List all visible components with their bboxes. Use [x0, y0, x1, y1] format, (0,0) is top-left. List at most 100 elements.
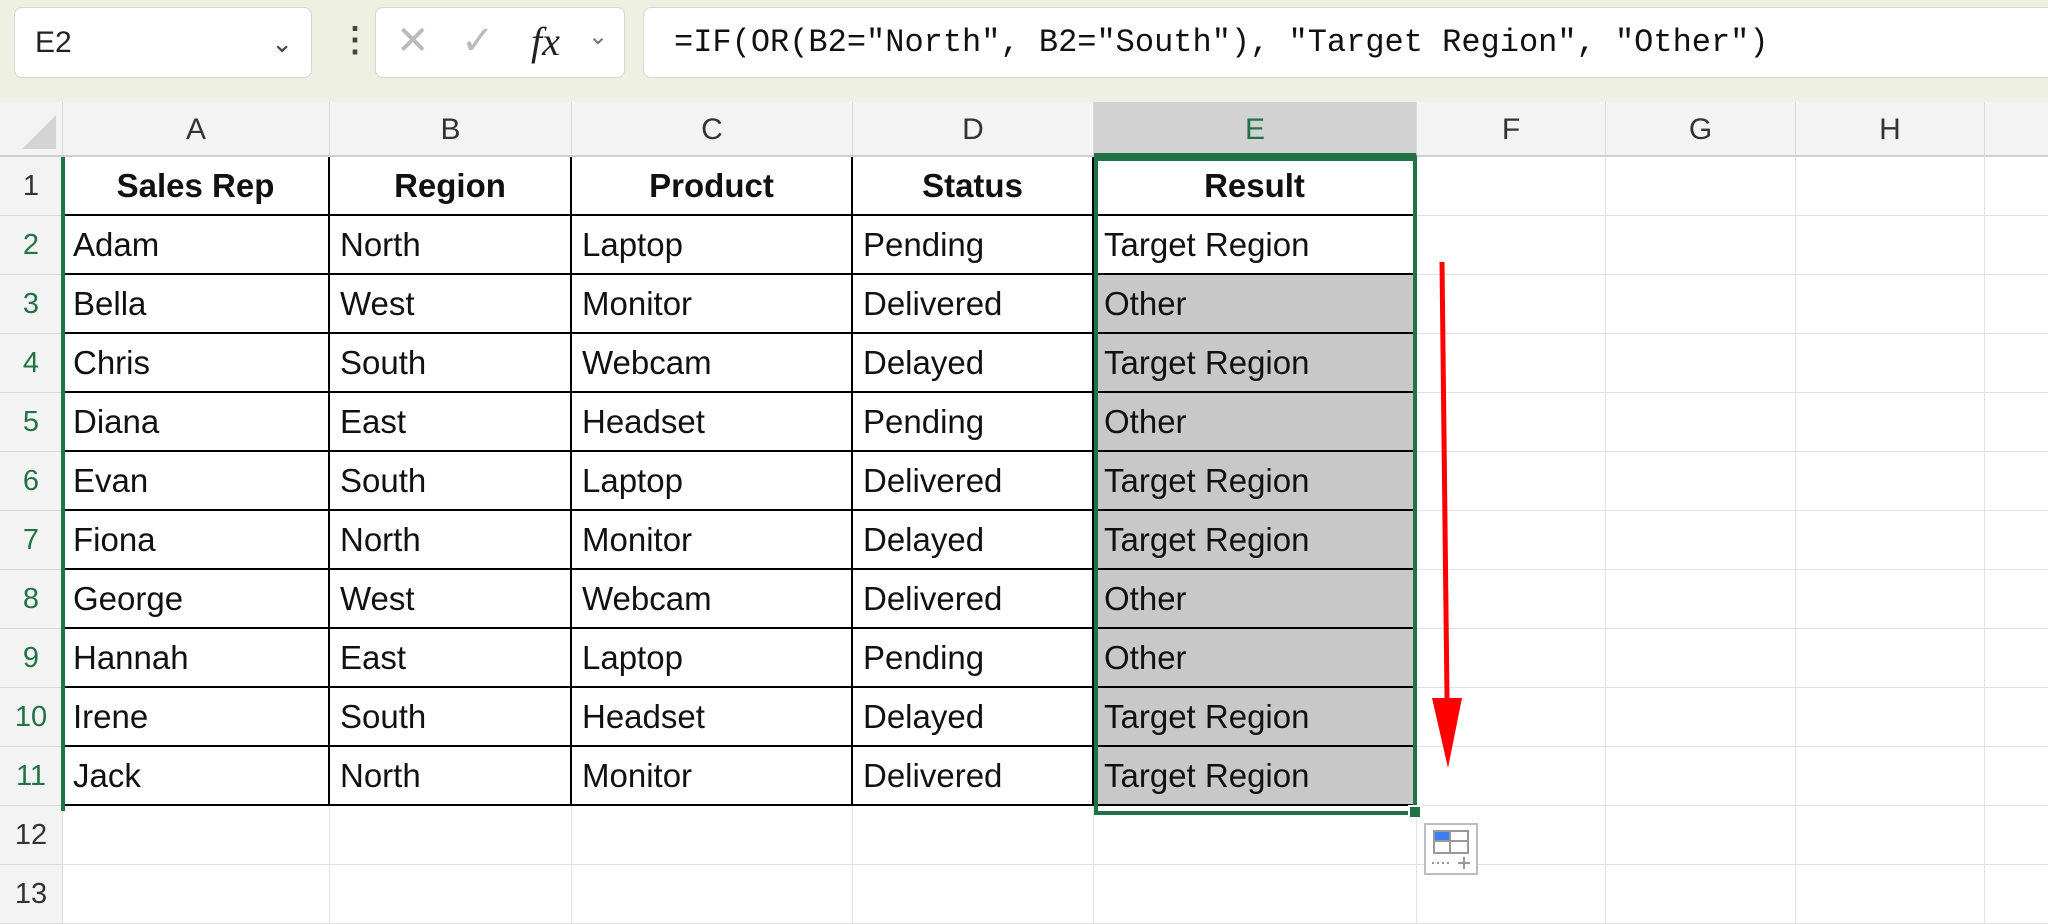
- cell[interactable]: [1606, 275, 1796, 334]
- table-cell[interactable]: Chris: [63, 334, 330, 393]
- header-cell[interactable]: Result: [1094, 157, 1417, 216]
- cell[interactable]: [1985, 688, 2048, 747]
- cell[interactable]: [1796, 688, 1985, 747]
- cell[interactable]: [1417, 157, 1606, 216]
- table-cell[interactable]: Laptop: [572, 452, 853, 511]
- column-header-g[interactable]: G: [1606, 102, 1796, 157]
- table-cell[interactable]: Pending: [853, 216, 1094, 275]
- cell[interactable]: [572, 865, 853, 924]
- table-cell[interactable]: West: [330, 275, 572, 334]
- cell[interactable]: [1606, 570, 1796, 629]
- table-cell[interactable]: Target Region: [1094, 452, 1417, 511]
- cell[interactable]: [1796, 747, 1985, 806]
- header-cell[interactable]: Sales Rep: [63, 157, 330, 216]
- table-cell[interactable]: George: [63, 570, 330, 629]
- row-header-11[interactable]: 11: [0, 747, 63, 806]
- table-cell[interactable]: Hannah: [63, 629, 330, 688]
- table-cell[interactable]: Target Region: [1094, 747, 1417, 806]
- cell[interactable]: [1606, 334, 1796, 393]
- cell[interactable]: [1796, 275, 1985, 334]
- row-header-4[interactable]: 4: [0, 334, 63, 393]
- table-cell[interactable]: Delayed: [853, 688, 1094, 747]
- column-header-b[interactable]: B: [330, 102, 572, 157]
- table-cell[interactable]: Bella: [63, 275, 330, 334]
- table-cell[interactable]: Webcam: [572, 334, 853, 393]
- cell[interactable]: [1985, 511, 2048, 570]
- table-cell[interactable]: Other: [1094, 629, 1417, 688]
- cell[interactable]: [1606, 806, 1796, 865]
- table-cell[interactable]: Other: [1094, 275, 1417, 334]
- name-box[interactable]: E2 ⌄: [14, 7, 312, 78]
- table-cell[interactable]: Fiona: [63, 511, 330, 570]
- table-cell[interactable]: Target Region: [1094, 334, 1417, 393]
- column-header-c[interactable]: C: [572, 102, 853, 157]
- formula-input[interactable]: =IF(OR(B2="North", B2="South"), "Target …: [643, 7, 2048, 78]
- table-cell[interactable]: Monitor: [572, 747, 853, 806]
- table-cell[interactable]: Laptop: [572, 216, 853, 275]
- table-cell[interactable]: Delivered: [853, 747, 1094, 806]
- cell[interactable]: [1985, 806, 2048, 865]
- cell[interactable]: [572, 806, 853, 865]
- cell[interactable]: [1985, 275, 2048, 334]
- cell[interactable]: [1796, 629, 1985, 688]
- cell[interactable]: [1606, 629, 1796, 688]
- row-header-10[interactable]: 10: [0, 688, 63, 747]
- table-cell[interactable]: Diana: [63, 393, 330, 452]
- table-cell[interactable]: Target Region: [1094, 688, 1417, 747]
- table-cell[interactable]: South: [330, 688, 572, 747]
- more-options-icon[interactable]: ⋮: [338, 20, 372, 60]
- cell[interactable]: [1094, 865, 1417, 924]
- table-cell[interactable]: Pending: [853, 393, 1094, 452]
- table-cell[interactable]: Target Region: [1094, 216, 1417, 275]
- fill-handle[interactable]: [1408, 805, 1422, 819]
- table-cell[interactable]: Pending: [853, 629, 1094, 688]
- header-cell[interactable]: Product: [572, 157, 853, 216]
- header-cell[interactable]: Region: [330, 157, 572, 216]
- select-all-button[interactable]: [0, 102, 63, 157]
- column-header-partial[interactable]: [1985, 102, 2048, 157]
- chevron-down-icon[interactable]: ⌄: [271, 28, 293, 59]
- cell[interactable]: [330, 806, 572, 865]
- cell[interactable]: [1606, 688, 1796, 747]
- column-header-e[interactable]: E: [1094, 102, 1417, 157]
- table-cell[interactable]: Headset: [572, 393, 853, 452]
- cell[interactable]: [1606, 216, 1796, 275]
- cell[interactable]: [1094, 806, 1417, 865]
- table-cell[interactable]: Target Region: [1094, 511, 1417, 570]
- auto-fill-options-button[interactable]: [1424, 823, 1478, 875]
- cell[interactable]: [1985, 747, 2048, 806]
- cell[interactable]: [1985, 865, 2048, 924]
- cell[interactable]: [1985, 216, 2048, 275]
- chevron-down-icon[interactable]: ⌄: [588, 22, 608, 51]
- column-header-d[interactable]: D: [853, 102, 1094, 157]
- table-cell[interactable]: Evan: [63, 452, 330, 511]
- cell[interactable]: [330, 865, 572, 924]
- cell[interactable]: [1796, 511, 1985, 570]
- row-header-12[interactable]: 12: [0, 806, 63, 865]
- header-cell[interactable]: Status: [853, 157, 1094, 216]
- table-cell[interactable]: North: [330, 511, 572, 570]
- table-cell[interactable]: South: [330, 334, 572, 393]
- row-header-8[interactable]: 8: [0, 570, 63, 629]
- column-header-h[interactable]: H: [1796, 102, 1985, 157]
- cell[interactable]: [1606, 747, 1796, 806]
- cell[interactable]: [63, 865, 330, 924]
- row-header-2[interactable]: 2: [0, 216, 63, 275]
- cell[interactable]: [1985, 452, 2048, 511]
- cell[interactable]: [1985, 570, 2048, 629]
- cell[interactable]: [1606, 452, 1796, 511]
- table-cell[interactable]: Delayed: [853, 511, 1094, 570]
- table-cell[interactable]: West: [330, 570, 572, 629]
- row-header-9[interactable]: 9: [0, 629, 63, 688]
- cell[interactable]: [1985, 157, 2048, 216]
- cell[interactable]: [1985, 629, 2048, 688]
- table-cell[interactable]: East: [330, 393, 572, 452]
- table-cell[interactable]: Other: [1094, 393, 1417, 452]
- table-cell[interactable]: Monitor: [572, 275, 853, 334]
- table-cell[interactable]: Adam: [63, 216, 330, 275]
- cell[interactable]: [1796, 570, 1985, 629]
- cell[interactable]: [1606, 393, 1796, 452]
- table-cell[interactable]: Other: [1094, 570, 1417, 629]
- cell[interactable]: [1796, 393, 1985, 452]
- table-cell[interactable]: Monitor: [572, 511, 853, 570]
